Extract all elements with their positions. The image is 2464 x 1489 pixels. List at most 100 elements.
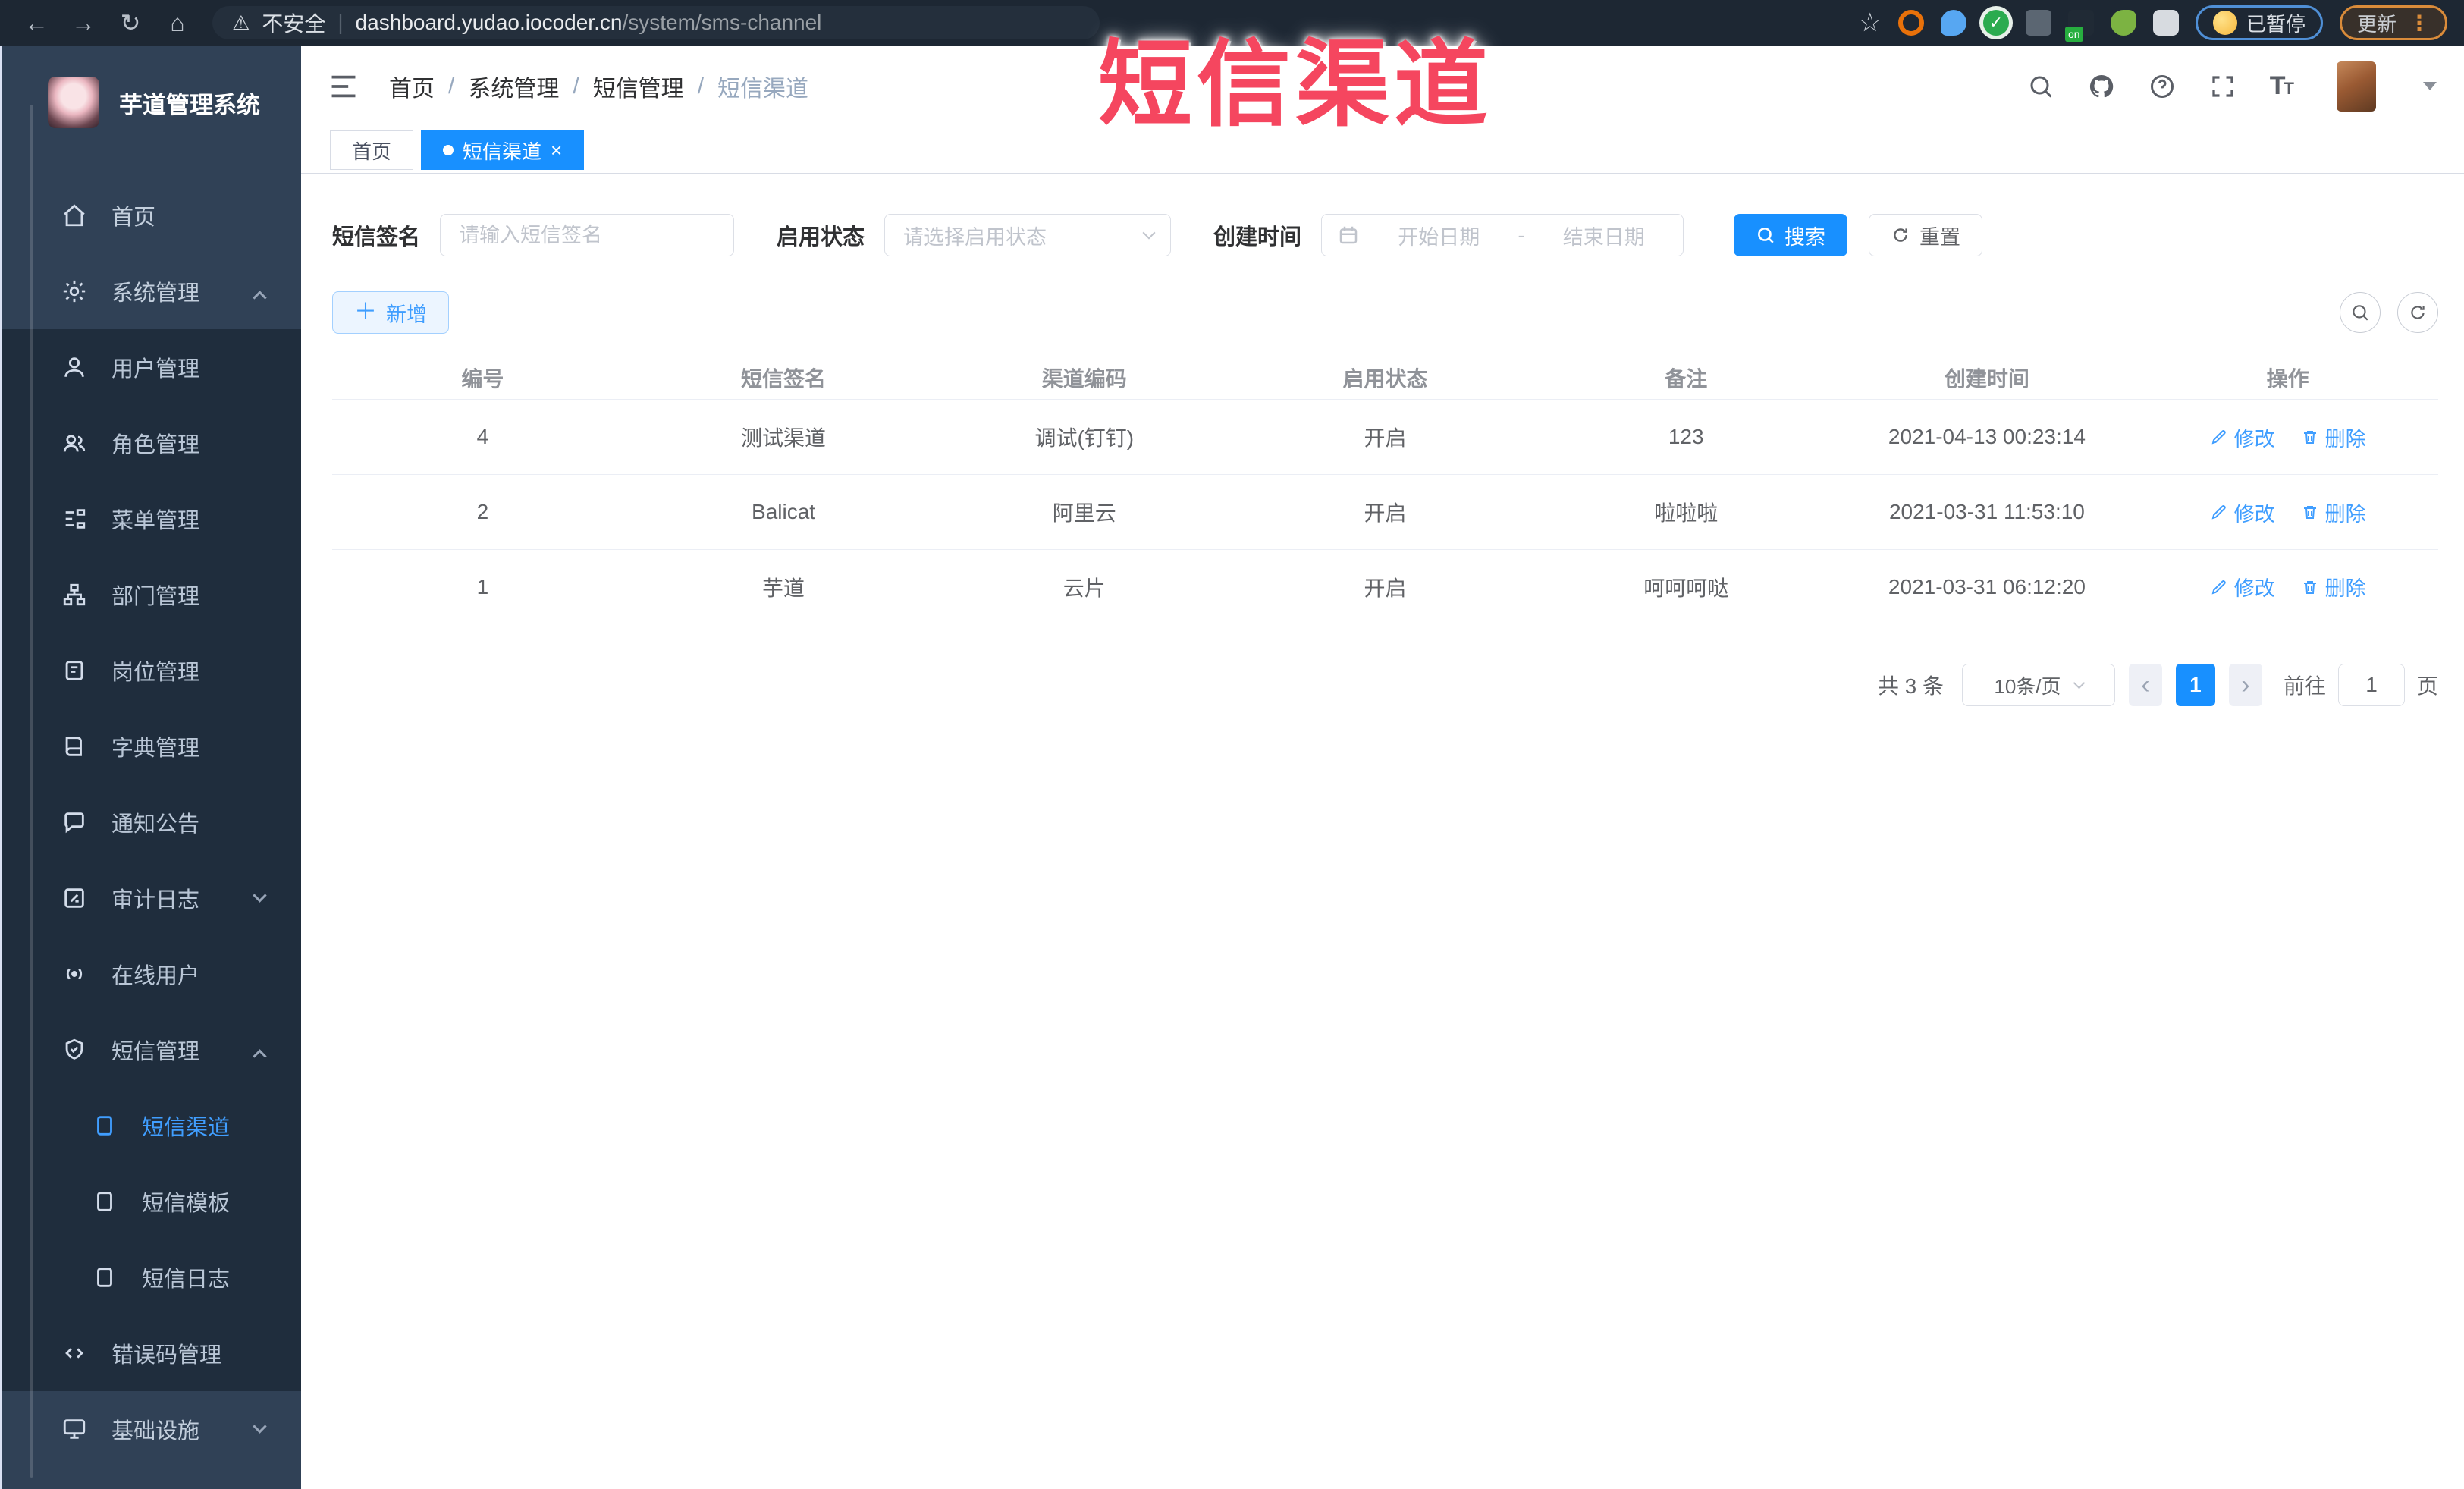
edit-link[interactable]: 修改	[2210, 498, 2275, 527]
extension-icon[interactable]	[2110, 10, 2136, 36]
extension-icon[interactable]	[1897, 10, 1924, 36]
screen: ← → ↻ ⌂ ⚠ 不安全 | dashboard.yudao.iocoder.…	[0, 0, 2464, 1489]
tabbar: 首页 短信渠道 ×	[301, 127, 2464, 174]
sidebar-item-menus[interactable]: 菜单管理	[2, 481, 301, 557]
breadcrumb-home[interactable]: 首页	[389, 70, 435, 103]
address-bar[interactable]: ⚠ 不安全 | dashboard.yudao.iocoder.cn/syste…	[212, 6, 1100, 39]
browser-menu-kebab-icon[interactable]: ⋮	[2409, 11, 2430, 36]
start-date-placeholder: 开始日期	[1398, 225, 1480, 249]
sidebar-item-users[interactable]: 用户管理	[2, 329, 301, 405]
filter-created-time: 创建时间 开始日期 - 结束日期	[1213, 214, 1684, 256]
page-number-active[interactable]: 1	[2175, 664, 2215, 706]
tab-label: 短信渠道	[463, 140, 542, 163]
gear-icon	[63, 280, 86, 303]
delete-link[interactable]: 删除	[2301, 423, 2366, 452]
security-warning-icon[interactable]: ⚠	[232, 11, 250, 35]
search-button[interactable]: 搜索	[1734, 214, 1848, 256]
cell-status: 开启	[1364, 501, 1407, 525]
page-size-select[interactable]: 10条/页	[1961, 664, 2115, 706]
extension-icon[interactable]	[1940, 10, 1966, 36]
active-tab-dot	[443, 145, 454, 155]
sidebar-item-posts[interactable]: 岗位管理	[2, 633, 301, 708]
sidebar-item-sms-template[interactable]: 短信模板	[2, 1164, 301, 1239]
delete-link[interactable]: 删除	[2301, 572, 2366, 602]
trash-icon	[2303, 506, 2316, 519]
edit-link[interactable]: 修改	[2210, 572, 2275, 602]
extensions-puzzle-icon[interactable]	[2152, 10, 2179, 36]
sidebar-item-label: 错误码管理	[111, 1343, 222, 1368]
font-size-icon[interactable]: TT	[2270, 71, 2294, 101]
hamburger-icon[interactable]	[328, 74, 359, 99]
page-content: 短信签名 启用状态 请选择启用状态 创建时间	[301, 174, 2464, 706]
delete-link[interactable]: 删除	[2301, 498, 2366, 527]
refresh-icon	[2411, 306, 2425, 319]
browser-home-icon[interactable]: ⌂	[158, 3, 197, 42]
cell-actions: 修改 删除	[2137, 498, 2438, 527]
sidebar-item-system[interactable]: 系统管理	[2, 253, 301, 329]
cell-signature: 测试渠道	[741, 426, 827, 450]
edit-link[interactable]: 修改	[2210, 423, 2275, 452]
trash-icon	[2303, 580, 2316, 594]
breadcrumb-system[interactable]: 系统管理	[468, 70, 559, 103]
cell-id: 1	[476, 574, 489, 598]
prev-page-button[interactable]: ‹	[2128, 664, 2162, 706]
breadcrumb-sms[interactable]: 短信管理	[593, 70, 684, 103]
search-icon	[1758, 228, 1774, 243]
page-size-value: 10条/页	[1994, 674, 2061, 698]
sidebar-scrollbar[interactable]	[30, 105, 33, 1478]
extension-icon[interactable]: ✓	[1982, 10, 2009, 36]
refresh-table-button[interactable]	[2397, 292, 2438, 333]
app-logo	[48, 77, 99, 128]
sidebar-item-notices[interactable]: 通知公告	[2, 784, 301, 860]
sidebar-item-infrastructure[interactable]: 基础设施	[2, 1391, 301, 1467]
tab-home[interactable]: 首页	[330, 130, 414, 170]
pencil-icon	[2211, 505, 2226, 520]
tab-close-icon[interactable]: ×	[551, 139, 562, 162]
sidebar-item-dictionaries[interactable]: 字典管理	[2, 708, 301, 784]
app-logo-row[interactable]: 芋道管理系统	[2, 46, 301, 159]
sidebar-item-online-users[interactable]: 在线用户	[2, 936, 301, 1012]
next-page-button[interactable]: ›	[2228, 664, 2262, 706]
sidebar-item-error-codes[interactable]: 错误码管理	[2, 1315, 301, 1391]
extension-on-badge: on	[2064, 27, 2083, 42]
col-header-actions: 操作	[2266, 367, 2309, 391]
sidebar-item-sms-log[interactable]: 短信日志	[2, 1239, 301, 1315]
browser-reload-icon[interactable]: ↻	[111, 3, 150, 42]
tab-sms-channel[interactable]: 短信渠道 ×	[421, 130, 585, 170]
date-range-picker[interactable]: 开始日期 - 结束日期	[1321, 214, 1684, 256]
security-label[interactable]: 不安全	[262, 8, 325, 38]
status-select[interactable]: 请选择启用状态	[884, 214, 1172, 256]
table-toolbar: ＋ 新增	[332, 291, 2438, 334]
search-icon[interactable]	[2027, 73, 2054, 100]
signature-input[interactable]	[440, 214, 735, 256]
sidebar-item-home[interactable]: 首页	[2, 177, 301, 253]
fullscreen-icon[interactable]	[2209, 73, 2236, 100]
sidebar-item-label: 系统管理	[111, 281, 200, 306]
sidebar-item-label: 首页	[111, 206, 156, 230]
sidebar-item-sms-channel[interactable]: 短信渠道	[2, 1088, 301, 1164]
browser-forward-icon[interactable]: →	[64, 3, 103, 42]
extension-icon[interactable]	[2025, 10, 2051, 36]
sidebar-item-label: 在线用户	[111, 964, 200, 988]
sidebar-item-roles[interactable]: 角色管理	[2, 405, 301, 481]
github-icon[interactable]	[2088, 73, 2115, 100]
url-text[interactable]: dashboard.yudao.iocoder.cn/system/sms-ch…	[356, 11, 822, 35]
bookmark-star-icon[interactable]: ☆	[1858, 8, 1881, 38]
avatar-caret-icon[interactable]	[2423, 82, 2437, 90]
extension-icon[interactable]: on	[2064, 10, 2094, 42]
sidebar-item-departments[interactable]: 部门管理	[2, 557, 301, 633]
help-icon[interactable]	[2149, 73, 2176, 100]
filter-status: 启用状态 请选择启用状态	[777, 214, 1172, 256]
end-date-placeholder: 结束日期	[1562, 225, 1645, 249]
right-toolbar	[2340, 292, 2438, 333]
user-avatar[interactable]	[2337, 61, 2376, 112]
sidebar-item-audit-logs[interactable]: 审计日志	[2, 860, 301, 936]
update-button[interactable]: 更新 ⋮	[2339, 5, 2447, 40]
reset-button[interactable]: 重置	[1869, 214, 1983, 256]
profile-paused-pill[interactable]: 已暂停	[2195, 5, 2323, 40]
browser-back-icon[interactable]: ←	[17, 3, 56, 42]
add-button[interactable]: ＋ 新增	[332, 291, 449, 334]
toggle-search-button[interactable]	[2340, 292, 2381, 333]
goto-page-input[interactable]	[2337, 664, 2405, 706]
sidebar-item-sms[interactable]: 短信管理	[2, 1012, 301, 1088]
